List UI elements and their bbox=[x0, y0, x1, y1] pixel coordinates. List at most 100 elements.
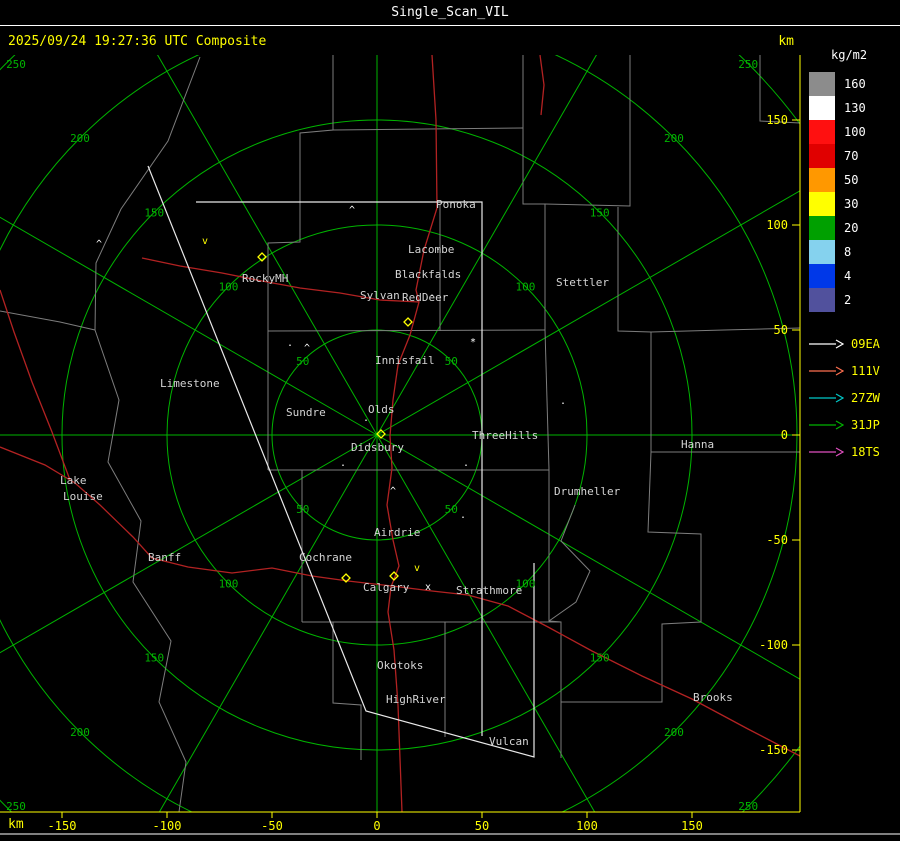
right-axis-unit-label: km bbox=[778, 34, 794, 49]
radar-site-id: 27ZW bbox=[851, 390, 880, 405]
town-marker: x bbox=[425, 582, 431, 593]
city-label: Brooks bbox=[693, 691, 733, 704]
city-label: Airdrie bbox=[374, 526, 420, 539]
x-axis-tick-label: 150 bbox=[681, 819, 703, 833]
legend-row: 30 bbox=[805, 192, 900, 216]
radar-site-id: 18TS bbox=[851, 444, 880, 459]
town-marker: ^ bbox=[96, 239, 102, 250]
x-axis-tick-label: 50 bbox=[475, 819, 489, 833]
radar-arrow-icon bbox=[809, 338, 844, 349]
range-ring-label: 150 bbox=[590, 652, 610, 665]
y-axis-tick-label: 100 bbox=[766, 218, 788, 232]
city-label: Sundre bbox=[286, 406, 326, 419]
town-marker: . bbox=[435, 242, 441, 253]
scan-sector-outline bbox=[196, 201, 483, 736]
legend-threshold-value: 20 bbox=[844, 221, 859, 235]
radar-site-v-marker: v bbox=[414, 563, 420, 574]
city-label: Blackfalds bbox=[395, 268, 461, 281]
city-label: Louise bbox=[63, 490, 103, 503]
town-marker: . bbox=[460, 510, 466, 521]
city-label: Sylvan bbox=[360, 289, 400, 302]
legend-row: 70 bbox=[805, 144, 900, 168]
y-axis-tick-label: -50 bbox=[766, 533, 788, 547]
legend-threshold-value: 70 bbox=[844, 149, 859, 163]
legend-threshold-value: 100 bbox=[844, 125, 866, 139]
county-boundary-line bbox=[332, 127, 524, 131]
town-marker: * bbox=[470, 337, 476, 348]
legend-unit-label: kg/m2 bbox=[831, 48, 868, 62]
legend-color-swatch bbox=[809, 120, 835, 144]
radar-arrow-icon bbox=[809, 419, 844, 430]
legend-threshold-value: 4 bbox=[844, 269, 852, 283]
radar-arrow-icon bbox=[809, 446, 844, 457]
y-axis-tick-label: 50 bbox=[774, 323, 788, 337]
legend-color-swatch bbox=[809, 288, 835, 312]
radar-map: 50 5050 50100 100100 100150 150150 150200 20020… bbox=[0, 55, 900, 835]
city-label: Lake bbox=[60, 474, 87, 487]
range-ring-label: 100 bbox=[516, 281, 536, 294]
range-radial-line bbox=[158, 434, 378, 812]
y-axis-tick-label: -150 bbox=[759, 743, 788, 757]
county-boundary-line bbox=[267, 203, 301, 470]
city-label: Innisfail bbox=[375, 354, 435, 367]
legend-row: 160 bbox=[805, 72, 900, 96]
radar-arrow-icon bbox=[809, 392, 844, 403]
x-axis-tick-label: -150 bbox=[48, 819, 77, 833]
range-ring-label: 50 bbox=[296, 355, 309, 368]
legend-threshold-value: 8 bbox=[844, 245, 852, 259]
legend-row: 100 bbox=[805, 120, 900, 144]
radar-site-row: 18TS bbox=[805, 438, 900, 465]
county-boundary-line bbox=[94, 56, 201, 331]
legend-color-swatch bbox=[809, 192, 835, 216]
legend-row: 8 bbox=[805, 240, 900, 264]
legend-row: 130 bbox=[805, 96, 900, 120]
range-radial-line bbox=[376, 434, 800, 680]
radar-site-list: 09EA 111V 27ZW 31JP 18TS bbox=[805, 330, 900, 465]
legend-color-swatch bbox=[809, 216, 835, 240]
city-label: Didsbury bbox=[351, 441, 404, 454]
radar-site-row: 27ZW bbox=[805, 384, 900, 411]
county-boundary-line bbox=[299, 55, 334, 203]
city-label: Vulcan bbox=[489, 735, 529, 748]
radar-site-row: 09EA bbox=[805, 330, 900, 357]
range-ring-label: 250 bbox=[6, 58, 26, 71]
range-ring-label: 150 bbox=[144, 652, 164, 665]
city-label: Banff bbox=[148, 551, 181, 564]
range-ring-label: 250 bbox=[738, 58, 758, 71]
radar-site-row: 111V bbox=[805, 357, 900, 384]
city-label: RockyMH bbox=[242, 272, 288, 285]
city-label: Okotoks bbox=[377, 659, 423, 672]
legend-color-swatch bbox=[809, 72, 835, 96]
radar-site-v-marker: v bbox=[202, 236, 208, 247]
city-label: Drumheller bbox=[554, 485, 621, 498]
range-ring-label: 250 bbox=[738, 800, 758, 813]
range-radial-line bbox=[0, 216, 378, 436]
legend-color-swatch bbox=[809, 264, 835, 288]
city-label: Olds bbox=[368, 403, 395, 416]
city-label: Hanna bbox=[681, 438, 714, 451]
legend-threshold-value: 130 bbox=[844, 101, 866, 115]
county-boundary-line bbox=[0, 310, 96, 331]
highway-line bbox=[539, 55, 545, 116]
radar-arrow-icon bbox=[809, 365, 844, 376]
county-boundary-line bbox=[617, 207, 652, 452]
legend-row: 2 bbox=[805, 288, 900, 312]
city-label: Lacombe bbox=[408, 243, 454, 256]
radar-site-id: 31JP bbox=[851, 417, 880, 432]
x-axis-tick-label: 0 bbox=[373, 819, 380, 833]
legend-color-swatch bbox=[809, 240, 835, 264]
y-axis-tick-label: 0 bbox=[781, 428, 788, 442]
range-ring-label: 100 bbox=[219, 281, 239, 294]
county-boundary-line bbox=[544, 55, 631, 207]
town-marker: . bbox=[463, 458, 469, 469]
legend-threshold-value: 50 bbox=[844, 173, 859, 187]
range-ring-label: 150 bbox=[144, 206, 164, 219]
range-ring-label: 50 bbox=[296, 503, 309, 516]
legend-color-swatch bbox=[809, 144, 835, 168]
town-marker: . bbox=[363, 413, 369, 424]
town-marker: ^ bbox=[304, 343, 310, 354]
county-boundary-line bbox=[548, 504, 591, 622]
legend-threshold-value: 160 bbox=[844, 77, 866, 91]
legend-row: 50 bbox=[805, 168, 900, 192]
vil-color-legend: kg/m2 160 130 100 70 50 30 20 8 4 2 09EA 111V 27ZW 3… bbox=[805, 30, 900, 465]
